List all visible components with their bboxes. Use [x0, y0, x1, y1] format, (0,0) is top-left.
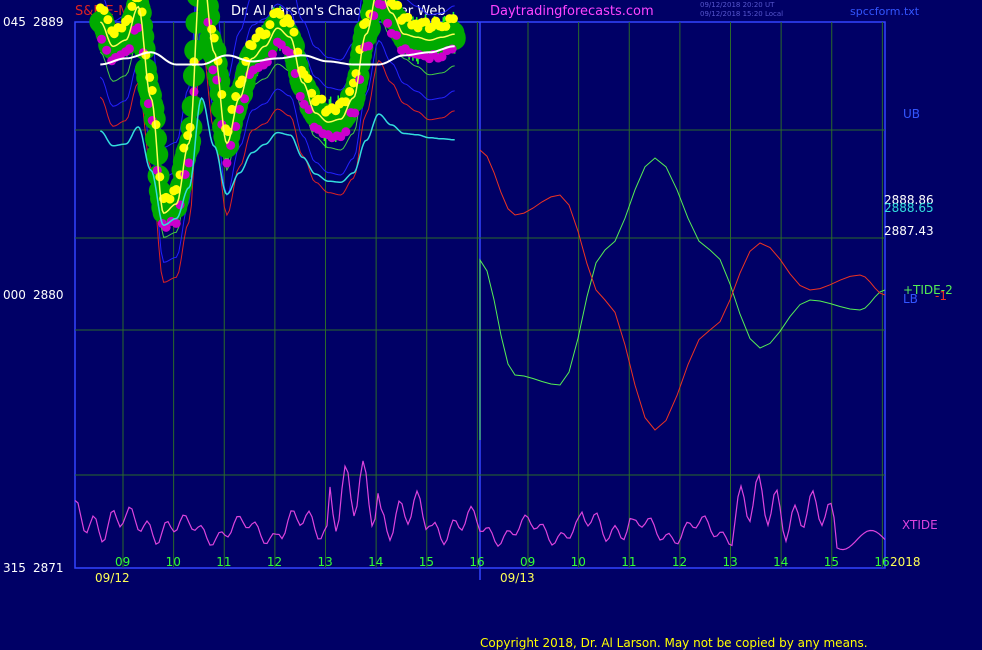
- pivot-dot-high: [217, 89, 227, 99]
- x-hour-tick: 10: [571, 555, 586, 569]
- x-date-label: 09/12: [95, 571, 130, 585]
- pivot-dot-low: [97, 34, 107, 44]
- tide-lines: [479, 149, 886, 440]
- pivot-dot-low: [267, 49, 277, 59]
- x-hour-tick: 11: [621, 555, 636, 569]
- x-hour-tick: 11: [216, 555, 231, 569]
- pivot-dot-low: [383, 18, 393, 28]
- copyright-notice: Copyright 2018, Dr. Al Larson. May not b…: [480, 636, 868, 650]
- y-tick-prefix: 000: [3, 288, 26, 302]
- pivot-dot-low: [341, 127, 351, 137]
- label-xtide: XTIDE: [902, 518, 938, 532]
- y-tick-prefix: 315: [3, 561, 26, 575]
- pivot-dot-low: [295, 91, 305, 101]
- x-date-label: 09/13: [500, 571, 535, 585]
- pivot-dot-low: [124, 44, 134, 54]
- x-hour-tick: 16: [469, 555, 484, 569]
- y-tick-prefix: 045: [3, 15, 26, 29]
- y-tick-label: 2889: [33, 15, 64, 29]
- pivot-dot-high: [403, 12, 413, 22]
- pivot-dot-high: [265, 20, 275, 30]
- pivot-dot-high: [448, 14, 458, 24]
- pivot-dot-low: [355, 74, 365, 84]
- pivot-dot-high: [393, 0, 403, 10]
- tide-red-line: [479, 149, 886, 431]
- label-lb: LB: [903, 292, 918, 306]
- pivot-dot-high: [185, 122, 195, 132]
- x-hour-tick: 12: [672, 555, 687, 569]
- pivot-dot-high: [289, 27, 299, 37]
- pivot-dot-high: [99, 5, 109, 15]
- pivot-dot-high: [261, 29, 271, 39]
- x-hour-tick: 13: [723, 555, 738, 569]
- x-hour-tick: 14: [368, 555, 383, 569]
- x-hour-tick: 13: [318, 555, 333, 569]
- price-chart: 045 2889 000 2880 315 2871 09 10 11 12 13 14 15 16 09 1…: [3, 0, 953, 585]
- label-ub: UB: [903, 107, 920, 121]
- x-hour-tick: 16: [874, 555, 889, 569]
- pivot-dot-high: [317, 94, 327, 104]
- x-hour-tick: 12: [267, 555, 282, 569]
- tide-green-line: [479, 157, 886, 440]
- pivot-dot-low: [208, 65, 218, 75]
- x-hour-tick: 09: [115, 555, 130, 569]
- pivot-dot-low: [364, 41, 374, 51]
- year-label: 2018: [890, 555, 921, 569]
- pivot-dot-high: [151, 120, 161, 130]
- pivot-dot-high: [441, 21, 451, 31]
- pivot-dot-high: [103, 15, 113, 25]
- y-tick-label: 2880: [33, 288, 64, 302]
- x-hour-tick: 09: [520, 555, 535, 569]
- pivot-dot-low: [102, 45, 112, 55]
- pivot-dot-low: [391, 30, 401, 40]
- pivot-dot-high: [207, 24, 217, 34]
- pivot-dot-high: [345, 87, 355, 97]
- pivot-dot-high: [285, 18, 295, 28]
- x-hour-tick: 15: [824, 555, 839, 569]
- pivot-dot-high: [127, 1, 137, 11]
- label-price-last: 2887.43: [884, 224, 934, 238]
- x-hour-tick: 10: [166, 555, 181, 569]
- label-tide-1: -1: [935, 289, 947, 303]
- pivot-dot-low: [350, 108, 360, 118]
- pivot-dot-high: [165, 194, 175, 204]
- pivot-dot-high: [123, 14, 133, 24]
- pivot-dot-high: [247, 41, 257, 51]
- x-hour-tick: 15: [419, 555, 434, 569]
- label-price-mid: 2888.65: [884, 201, 934, 215]
- x-hour-tick: 14: [773, 555, 788, 569]
- pivot-dot-high: [275, 9, 285, 19]
- pivot-dot-high: [303, 74, 313, 84]
- pivot-dot-low: [184, 158, 194, 168]
- pivot-dot-high: [231, 92, 241, 102]
- y-tick-label: 2871: [33, 561, 64, 575]
- pivot-dot-low: [222, 158, 232, 168]
